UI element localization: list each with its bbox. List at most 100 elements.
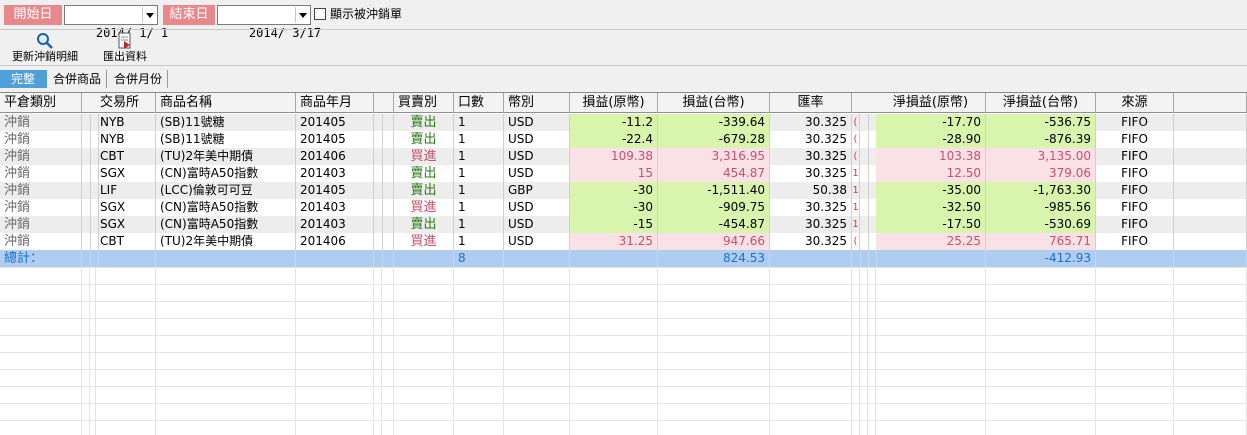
total-label: 總計：: [0, 250, 82, 267]
toolbar: 更新沖銷明細 匯出資料: [0, 29, 1247, 66]
cell-month: 201405: [296, 114, 374, 131]
cell-rate: 30.325: [770, 148, 852, 165]
cell-spacer: [1174, 165, 1247, 182]
cell-pl-orig: 109.38: [570, 148, 658, 165]
cell-spacer: [382, 165, 394, 182]
table-row[interactable]: 沖銷 NYB (SB)11號糖 201405 賣出 1 USD -11.2 -339.64 30.…: [0, 114, 1247, 131]
cell-side: 買進: [394, 199, 454, 216]
cell-extra: (: [852, 131, 860, 148]
end-date-picker[interactable]: 2014/ 3/17: [217, 5, 321, 40]
cell-currency: GBP: [504, 182, 570, 199]
chevron-down-icon[interactable]: [142, 7, 156, 23]
column-header[interactable]: 商品年月: [296, 93, 374, 113]
column-header[interactable]: 口數: [454, 93, 504, 113]
column-header[interactable]: 買賣別: [394, 93, 454, 113]
column-header[interactable]: 幣別: [504, 93, 570, 113]
cell-spacer: [382, 182, 394, 199]
cell-currency: USD: [504, 148, 570, 165]
cell-net-orig: -35.00: [876, 182, 986, 199]
tab-merge-products[interactable]: 合併商品: [48, 70, 107, 88]
table-row[interactable]: 沖銷 SGX (CN)富時A50指數 201403 賣出 1 USD 15 454.87 30.3…: [0, 165, 1247, 182]
cell-spacer: [296, 250, 374, 267]
cell-month: 201403: [296, 199, 374, 216]
cell-type: 沖銷: [0, 131, 82, 148]
cell-qty: 1: [454, 182, 504, 199]
cell-pl-orig: -30: [570, 199, 658, 216]
cell-currency: USD: [504, 216, 570, 233]
cell-spacer: [1174, 250, 1247, 267]
cell-spacer: [770, 250, 852, 267]
cell-source: FIFO: [1096, 216, 1174, 233]
cell-extra: (: [852, 148, 860, 165]
start-date-label: 開始日: [4, 5, 62, 25]
column-header[interactable]: 損益(原幣): [570, 93, 658, 113]
tab-full[interactable]: 完整: [0, 70, 47, 88]
cell-extra: (: [852, 114, 860, 131]
cell-type: 沖銷: [0, 199, 82, 216]
cell-extra: 1: [852, 165, 860, 182]
cell-qty: 1: [454, 233, 504, 250]
column-header[interactable]: 淨損益(原幣): [876, 93, 986, 113]
cell-rate: 30.325: [770, 216, 852, 233]
column-header[interactable]: 交易所: [96, 93, 156, 113]
column-header[interactable]: 淨損益(台幣): [986, 93, 1096, 113]
cell-currency: USD: [504, 114, 570, 131]
cell-extra: 1: [852, 182, 860, 199]
cell-pl-orig: -30: [570, 182, 658, 199]
view-tabs: 完整 合併商品 合併月份: [0, 68, 1247, 90]
cell-side: 買進: [394, 148, 454, 165]
cell-currency: USD: [504, 199, 570, 216]
cell-month: 201405: [296, 131, 374, 148]
total-net-twd: -412.93: [986, 250, 1096, 267]
cell-extra: 1: [852, 216, 860, 233]
cell-qty: 1: [454, 148, 504, 165]
cell-product: (TU)2年美中期債: [156, 233, 296, 250]
cell-month: 201403: [296, 165, 374, 182]
cell-net-orig: 103.38: [876, 148, 986, 165]
table-row[interactable]: 沖銷 CBT (TU)2年美中期債 201406 買進 1 USD 109.38 3,316.9…: [0, 148, 1247, 165]
cell-spacer: [570, 250, 658, 267]
column-header-spacer: [1174, 93, 1247, 113]
refresh-details-button[interactable]: 更新沖銷明細: [6, 32, 84, 64]
cell-spacer: [1174, 182, 1247, 199]
show-cancelled-checkbox[interactable]: [314, 8, 326, 20]
chevron-down-icon[interactable]: [295, 7, 309, 23]
cell-pl-orig: -15: [570, 216, 658, 233]
cell-source: FIFO: [1096, 199, 1174, 216]
cell-qty: 1: [454, 165, 504, 182]
cell-rate: 30.325: [770, 131, 852, 148]
column-header[interactable]: 損益(台幣): [658, 93, 770, 113]
cell-exchange: NYB: [96, 131, 156, 148]
cell-product: (CN)富時A50指數: [156, 199, 296, 216]
cell-product: (LCC)倫敦可可豆: [156, 182, 296, 199]
total-row: 總計： 8 824.53 -412.93: [0, 250, 1247, 267]
cell-pl-orig: -22.4: [570, 131, 658, 148]
table-row[interactable]: 沖銷 LIF (LCC)倫敦可可豆 201405 賣出 1 GBP -30 -1,511.40 5…: [0, 182, 1247, 199]
cell-spacer: [382, 199, 394, 216]
show-cancelled-label: 顯示被沖銷單: [330, 7, 403, 21]
column-header[interactable]: 來源: [1096, 93, 1174, 113]
cell-side: 賣出: [394, 131, 454, 148]
table-row[interactable]: 沖銷 SGX (CN)富時A50指數 201403 賣出 1 USD -15 -454.87 30…: [0, 216, 1247, 233]
table-row[interactable]: 沖銷 CBT (TU)2年美中期債 201406 買進 1 USD 31.25 947.66 30…: [0, 233, 1247, 250]
total-pl-twd: 824.53: [658, 250, 770, 267]
cell-qty: 1: [454, 131, 504, 148]
cell-spacer: [382, 216, 394, 233]
cell-spacer: [382, 233, 394, 250]
cell-net-twd: -536.75: [986, 114, 1096, 131]
cell-currency: USD: [504, 165, 570, 182]
pl-grid: 平倉類別 交易所 商品名稱 商品年月 買賣別 口數 幣別 損益(原幣) 損益(台幣) 匯率 淨損益(…: [0, 92, 1247, 435]
cell-spacer: [382, 250, 394, 267]
start-date-picker[interactable]: 2014/ 1/ 1: [64, 5, 168, 40]
tab-merge-months[interactable]: 合併月份: [109, 70, 168, 88]
cell-pl-twd: 454.87: [658, 165, 770, 182]
column-header[interactable]: 平倉類別: [0, 93, 82, 113]
cell-net-orig: -32.50: [876, 199, 986, 216]
export-data-button[interactable]: 匯出資料: [96, 32, 154, 64]
table-row[interactable]: 沖銷 NYB (SB)11號糖 201405 賣出 1 USD -22.4 -679.28 30.…: [0, 131, 1247, 148]
column-header[interactable]: 商品名稱: [156, 93, 296, 113]
cell-spacer: [156, 250, 296, 267]
cell-pl-twd: -339.64: [658, 114, 770, 131]
column-header[interactable]: 匯率: [770, 93, 852, 113]
table-row[interactable]: 沖銷 SGX (CN)富時A50指數 201403 買進 1 USD -30 -909.75 30…: [0, 199, 1247, 216]
